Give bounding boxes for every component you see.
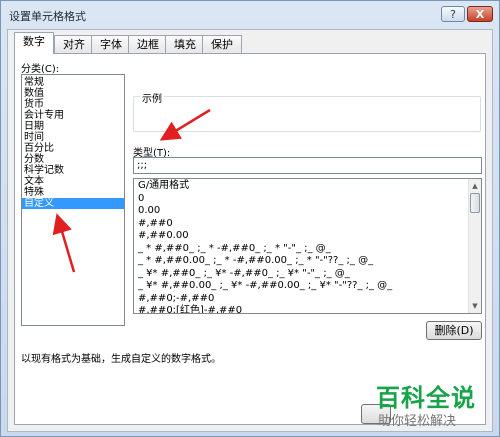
annotation-arrows [52, 108, 211, 273]
tab-number[interactable]: 数字 [14, 32, 54, 54]
watermark-logo: 百科全说 助你轻松解决 [368, 378, 500, 437]
watermark-title: 百科全说 [376, 384, 476, 412]
annotation-arrow-custom [52, 213, 76, 273]
annotation-arrow-type [159, 108, 211, 141]
watermark-subtitle: 助你轻松解决 [378, 414, 457, 429]
